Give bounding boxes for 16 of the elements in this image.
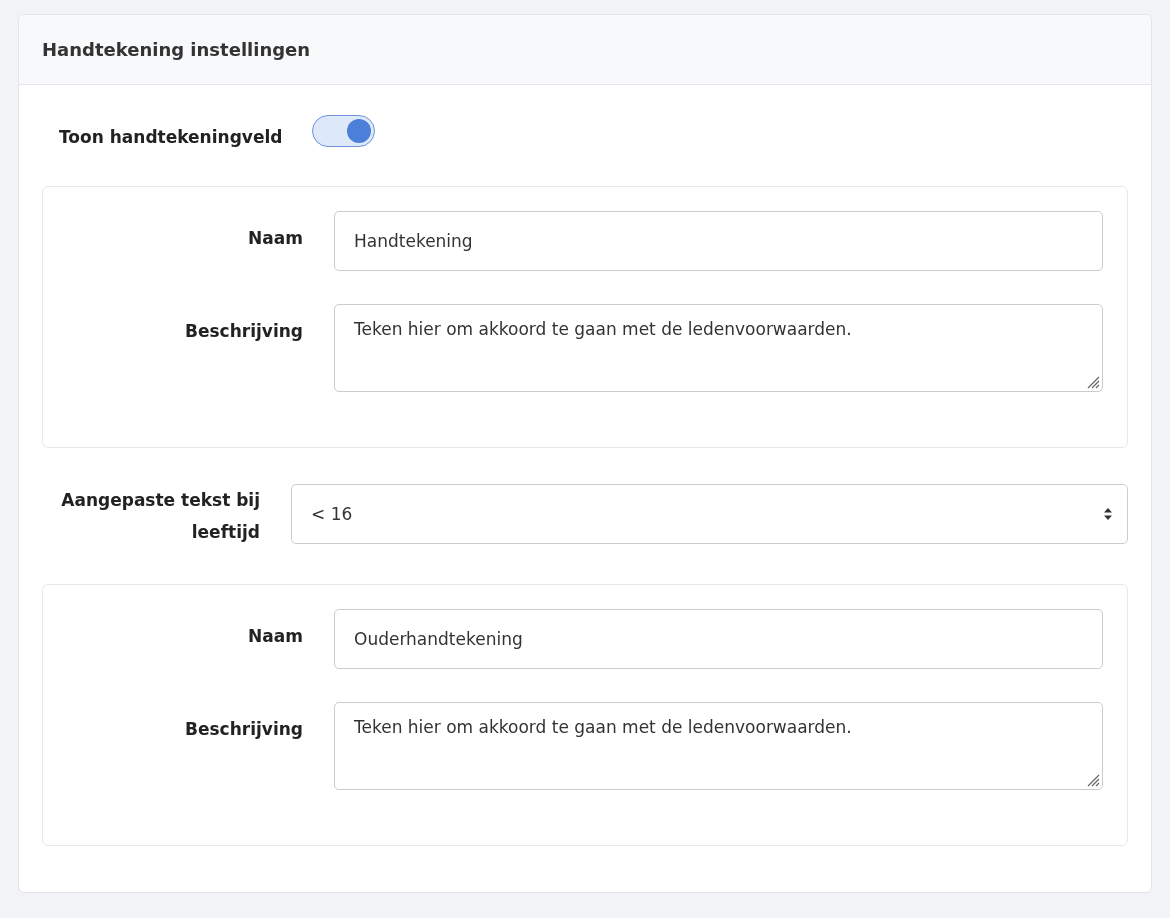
- field-label: Naam: [247, 626, 304, 646]
- text-input[interactable]: Handtekening: [334, 211, 1103, 271]
- resize-grip-icon[interactable]: [1087, 774, 1100, 787]
- textarea-field[interactable]: Teken hier om akkoord te gaan met de ledenvoorwaarden.: [334, 702, 1103, 790]
- toggle-label: Toon handtekeningveld: [59, 127, 283, 147]
- field-label: Beschrijving: [184, 719, 304, 739]
- field-label: Beschrijving: [184, 321, 304, 341]
- field-label: Naam: [247, 228, 304, 248]
- sort-arrows-icon: [1103, 507, 1113, 521]
- textarea-field[interactable]: Teken hier om akkoord te gaan met de ledenvoorwaarden.: [334, 304, 1103, 392]
- resize-grip-icon[interactable]: [1087, 376, 1100, 389]
- text-input[interactable]: Ouderhandtekening: [334, 609, 1103, 669]
- toggle-switch[interactable]: [312, 115, 376, 147]
- card-title: Handtekening instellingen: [42, 39, 311, 60]
- age-select[interactable]: < 16: [291, 484, 1128, 544]
- select-label: Aangepaste tekst bij leeftijd: [60, 489, 261, 544]
